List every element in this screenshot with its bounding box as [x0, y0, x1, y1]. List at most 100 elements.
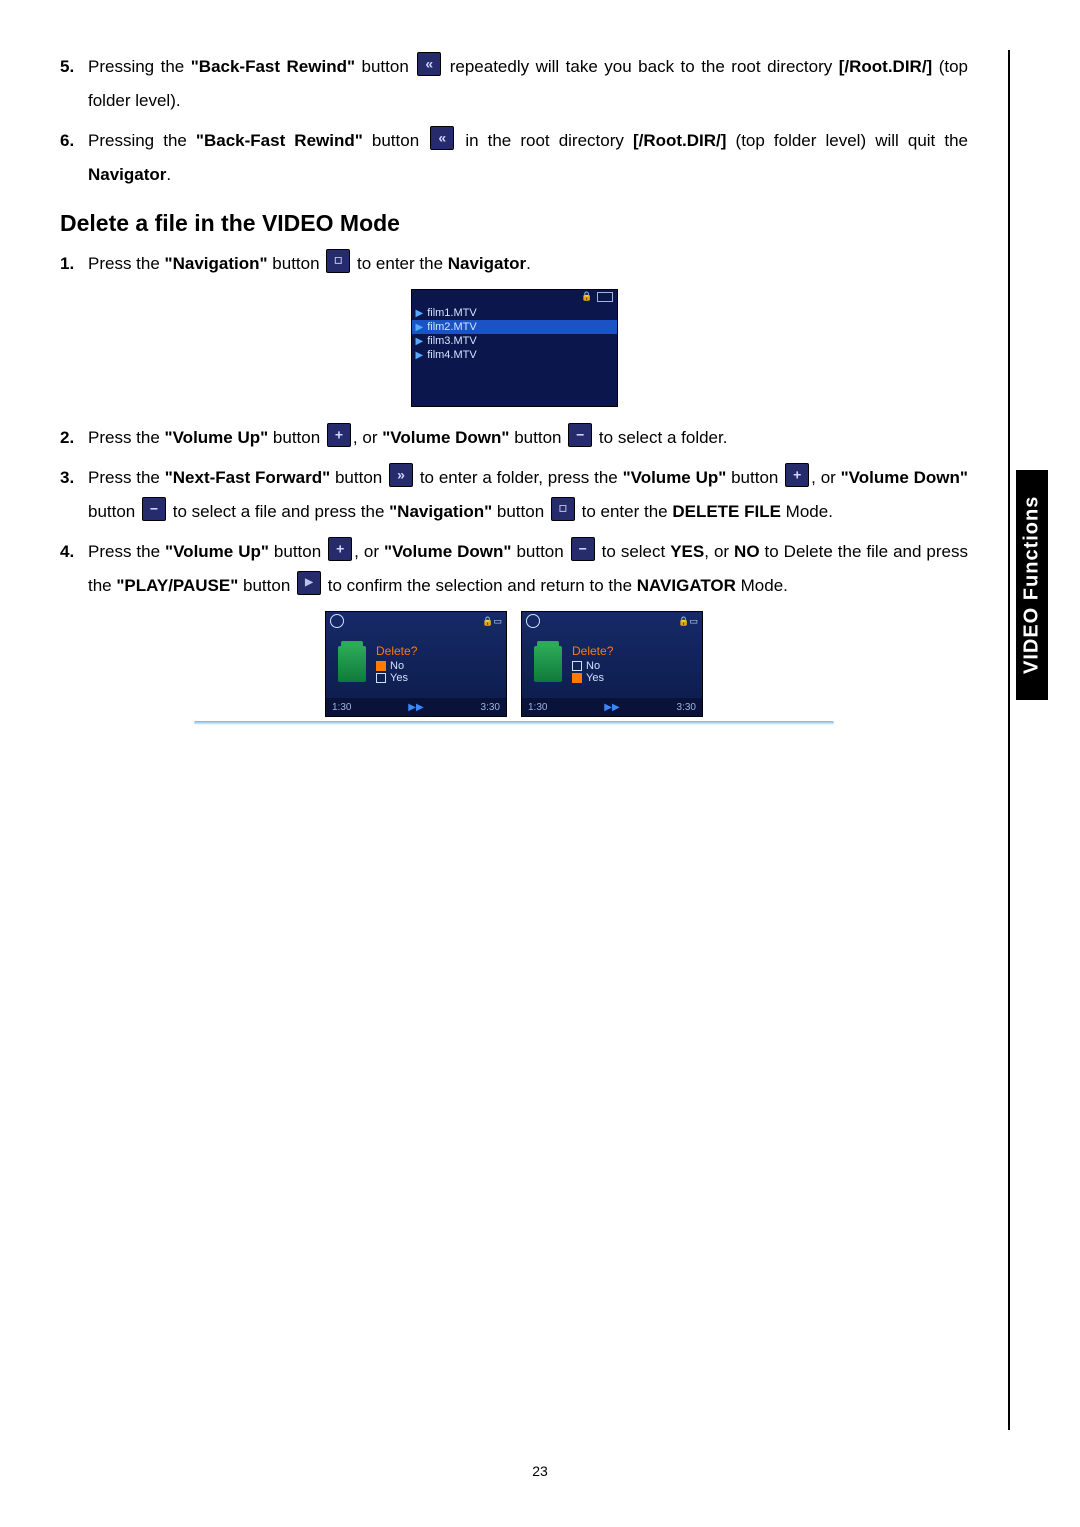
rewind-icon: [430, 126, 454, 150]
file-name: film1.MTV: [427, 307, 477, 319]
voldown-icon: [568, 423, 592, 447]
bold-text: "Navigation": [389, 502, 492, 521]
list-body: Pressing the "Back-Fast Rewind" button i…: [88, 124, 968, 192]
text: Pressing the: [88, 131, 196, 150]
checkbox-icon: [376, 661, 386, 671]
bold-text: "Navigation": [165, 254, 268, 273]
delete-option-no: No: [572, 660, 613, 672]
text: Press the: [88, 468, 165, 487]
delete-dialog: 🔒▭Delete?NoYes1:30▶▶3:30: [521, 611, 703, 717]
bold-text: "PLAY/PAUSE": [116, 576, 238, 595]
bold-text: "Volume Down": [384, 542, 512, 561]
option-label: Yes: [586, 672, 604, 684]
forward-icon: [389, 463, 413, 487]
bold-text: NAVIGATOR: [637, 576, 736, 595]
list-item: 4.Press the "Volume Up" button , or "Vol…: [60, 535, 968, 603]
time-elapsed: 1:30: [332, 702, 351, 713]
file-icon: ▶: [416, 308, 424, 319]
speaker-icon: [330, 614, 344, 628]
delete-option-no: No: [376, 660, 417, 672]
text: button: [363, 131, 428, 150]
bold-text: NO: [734, 542, 760, 561]
text: repeatedly will take you back to the roo…: [443, 57, 838, 76]
text: to select: [597, 542, 671, 561]
delete-dialog-figure: 🔒▭Delete?NoYes1:30▶▶3:30🔒▭Delete?NoYes1:…: [60, 611, 968, 725]
fastforward-icon: ▶▶: [408, 702, 423, 713]
text: button: [492, 502, 549, 521]
bold-text: "Volume Up": [165, 542, 269, 561]
list-number: 6.: [60, 124, 88, 158]
delete-prompt: Delete?: [572, 644, 613, 658]
bold-text: Navigator: [448, 254, 526, 273]
file-icon: ▶: [416, 322, 424, 333]
text: button: [511, 542, 568, 561]
bold-text: [/Root.DIR/]: [839, 57, 932, 76]
text: button: [509, 428, 566, 447]
list-item: 2.Press the "Volume Up" button , or "Vol…: [60, 421, 968, 455]
volup-icon: [328, 537, 352, 561]
list-item: 6.Pressing the "Back-Fast Rewind" button…: [60, 124, 968, 192]
checkbox-icon: [376, 673, 386, 683]
option-label: No: [586, 660, 600, 672]
trash-icon: [534, 646, 562, 682]
text: to enter the: [577, 502, 672, 521]
text: .: [526, 254, 531, 273]
text: Mode.: [736, 576, 788, 595]
text: to select a folder.: [594, 428, 727, 447]
time-total: 3:30: [481, 702, 500, 713]
text: .: [166, 165, 171, 184]
delete-option-yes: Yes: [376, 672, 417, 684]
list-number: 1.: [60, 247, 88, 281]
list-body: Press the "Next-Fast Forward" button to …: [88, 461, 968, 529]
file-icon: ▶: [416, 336, 424, 347]
list-item: 1.Press the "Navigation" button to enter…: [60, 247, 968, 281]
text: button: [268, 254, 325, 273]
text: , or: [353, 428, 382, 447]
list-number: 4.: [60, 535, 88, 569]
navigator-figure: 🔒▶film1.MTV▶film2.MTV▶film3.MTV▶film4.MT…: [60, 289, 968, 407]
divider: [194, 721, 834, 725]
text: button: [88, 502, 140, 521]
fastforward-icon: ▶▶: [604, 702, 619, 713]
list-body: Press the "Volume Up" button , or "Volum…: [88, 535, 968, 603]
dialog-row: 🔒▭Delete?NoYes1:30▶▶3:30🔒▭Delete?NoYes1:…: [60, 611, 968, 717]
instruction-list-delete: 1. Press the "Navigation" button to enter…: [60, 247, 968, 725]
text: button: [269, 542, 326, 561]
list-item: 3.Press the "Next-Fast Forward" button t…: [60, 461, 968, 529]
rewind-icon: [417, 52, 441, 76]
bold-text: "Back-Fast Rewind": [196, 131, 363, 150]
bold-text: YES: [670, 542, 704, 561]
text: to confirm the selection and return to t…: [323, 576, 637, 595]
file-name: film3.MTV: [427, 335, 477, 347]
bold-text: "Back-Fast Rewind": [191, 57, 355, 76]
bold-text: DELETE FILE: [672, 502, 781, 521]
volup-icon: [327, 423, 351, 447]
text: button: [355, 57, 415, 76]
side-tab-video-functions: VIDEO Functions: [1016, 470, 1048, 700]
text: Mode.: [781, 502, 833, 521]
navigator-file: ▶film1.MTV: [412, 306, 617, 320]
section-title: Delete a file in the VIDEO Mode: [60, 210, 968, 237]
list-number: 2.: [60, 421, 88, 455]
bold-text: "Volume Up": [623, 468, 727, 487]
text: button: [238, 576, 295, 595]
text: , or: [354, 542, 384, 561]
text: , or: [811, 468, 840, 487]
navigator-screenshot: 🔒▶film1.MTV▶film2.MTV▶film3.MTV▶film4.MT…: [411, 289, 618, 407]
file-name: film2.MTV: [427, 321, 477, 333]
instruction-list-top: 5.Pressing the "Back-Fast Rewind" button…: [60, 50, 968, 192]
list-item: 5.Pressing the "Back-Fast Rewind" button…: [60, 50, 968, 118]
trash-icon: [338, 646, 366, 682]
text: Pressing the: [88, 57, 191, 76]
list-body: Pressing the "Back-Fast Rewind" button r…: [88, 50, 968, 118]
text: , or: [704, 542, 734, 561]
voldown-icon: [142, 497, 166, 521]
lock-icon: 🔒▭: [482, 616, 502, 627]
file-icon: ▶: [416, 350, 424, 361]
text: to select a file and press the: [168, 502, 389, 521]
text: button: [330, 468, 387, 487]
bold-text: "Next-Fast Forward": [165, 468, 330, 487]
delete-prompt: Delete?: [376, 644, 417, 658]
navigator-file: ▶film3.MTV: [412, 334, 617, 348]
text: (top folder level) will quit the: [726, 131, 968, 150]
